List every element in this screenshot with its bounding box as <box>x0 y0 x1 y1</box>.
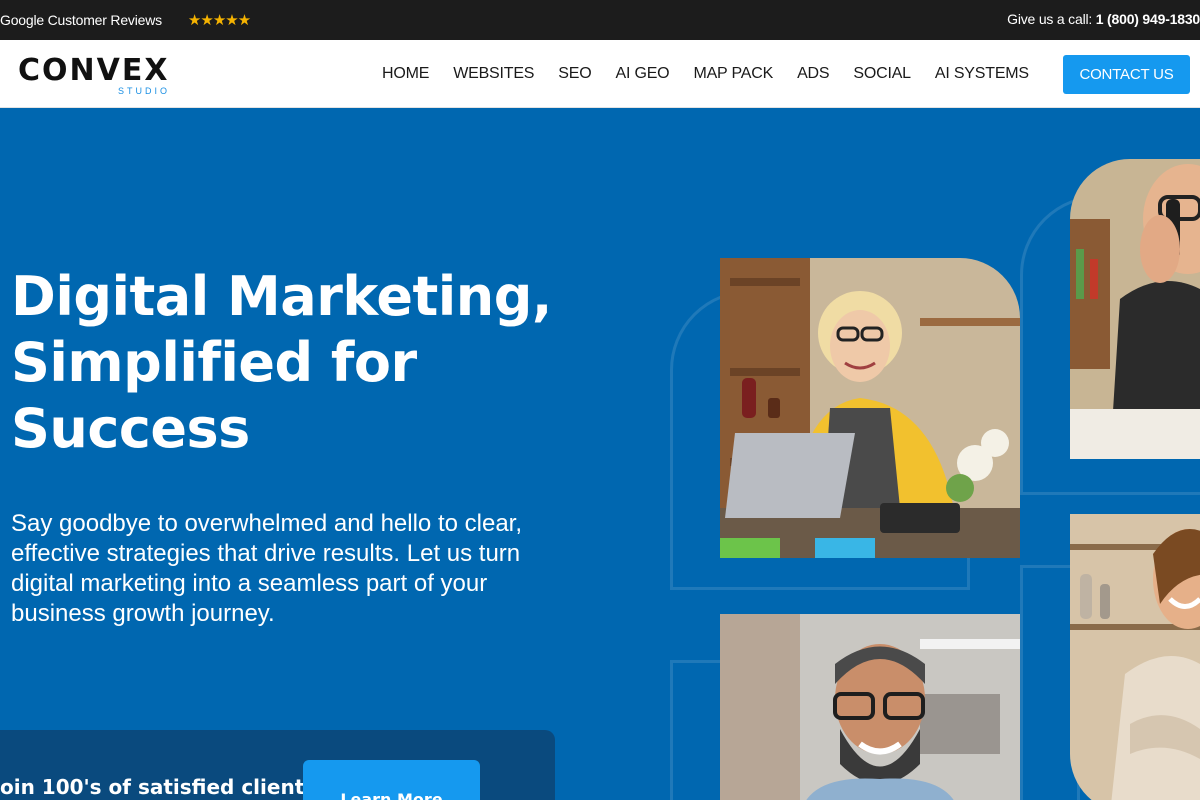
logo-subtitle: STUDIO <box>117 86 170 96</box>
logo-wordmark: CONVEX <box>18 53 170 88</box>
learn-more-button[interactable]: Learn More <box>303 760 480 800</box>
convex-logo[interactable]: CONVEX STUDIO <box>18 54 178 98</box>
call-label: Give us a call: <box>1007 11 1096 27</box>
nav-websites[interactable]: WEBSITES <box>453 65 534 83</box>
reviews-label: Google Customer Reviews <box>0 12 162 28</box>
nav-home[interactable]: HOME <box>382 65 429 83</box>
nav-map-pack[interactable]: MAP PACK <box>693 65 773 83</box>
photo-woman-laptop <box>720 258 1020 558</box>
contact-us-button[interactable]: CONTACT US <box>1063 55 1190 94</box>
hero-title-line: Digital Marketing, <box>11 265 552 328</box>
photo-smiling-woman <box>1070 514 1200 800</box>
phone-number-link[interactable]: 1 (800) 949-1830 <box>1096 11 1200 27</box>
nav-ads[interactable]: ADS <box>797 65 830 83</box>
rating-stars-icon: ★★★★★ <box>187 12 251 29</box>
photo-bearded-man <box>720 614 1020 800</box>
site-header: CONVEX STUDIO HOME WEBSITES SEO AI GEO M… <box>0 40 1200 108</box>
nav-seo[interactable]: SEO <box>558 65 591 83</box>
nav-ai-geo[interactable]: AI GEO <box>616 65 670 83</box>
google-reviews-badge[interactable]: Google Customer Reviews ★★★★★ <box>0 11 251 29</box>
nav-ai-systems[interactable]: AI SYSTEMS <box>935 65 1029 83</box>
top-bar: Google Customer Reviews ★★★★★ Give us a … <box>0 0 1200 40</box>
photo-man-phone <box>1070 159 1200 459</box>
hero-title-line: Simplified for <box>11 331 417 394</box>
hero-title-line: Success <box>11 397 250 460</box>
hero-subtitle: Say goodbye to overwhelmed and hello to … <box>11 510 522 627</box>
hero-title: Digital Marketing, Simplified for Succes… <box>11 264 611 462</box>
cta-text: oin 100's of satisfied clients <box>0 775 317 799</box>
nav-social[interactable]: SOCIAL <box>853 65 911 83</box>
call-info: Give us a call: 1 (800) 949-1830 <box>1007 11 1200 27</box>
main-nav: HOME WEBSITES SEO AI GEO MAP PACK ADS SO… <box>382 65 1053 83</box>
